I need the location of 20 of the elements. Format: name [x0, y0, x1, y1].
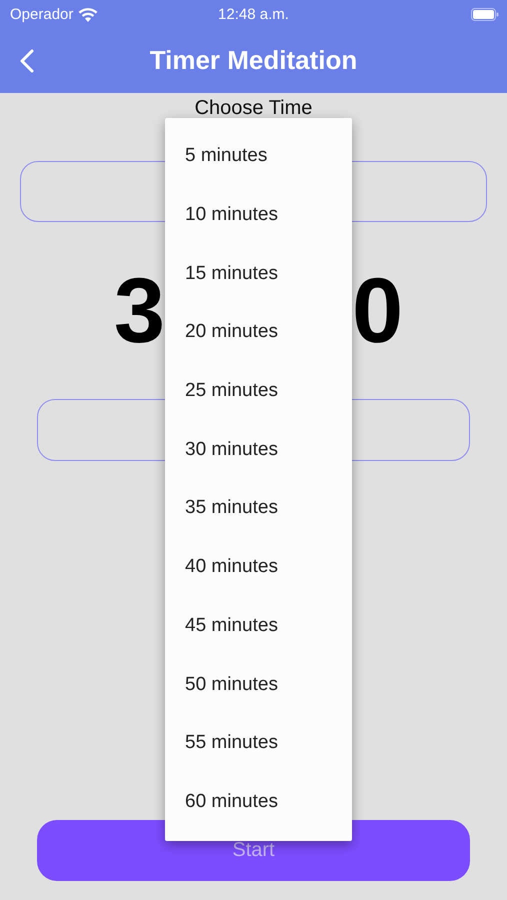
- battery-icon: [471, 8, 499, 20]
- menu-item[interactable]: 25 minutes: [165, 362, 352, 420]
- menu-item[interactable]: 30 minutes: [165, 420, 352, 480]
- menu-item[interactable]: 5 minutes: [165, 127, 352, 186]
- screen-title: Timer Meditation: [150, 45, 358, 76]
- status-time: 12:48 a.m.: [218, 6, 289, 22]
- menu-item[interactable]: 50 minutes: [165, 655, 352, 714]
- menu-item[interactable]: 20 minutes: [165, 303, 352, 362]
- menu-item[interactable]: 45 minutes: [165, 596, 352, 656]
- menu-item[interactable]: 15 minutes: [165, 244, 352, 304]
- section-heading: Choose Time: [194, 97, 312, 119]
- wifi-icon: [78, 6, 98, 22]
- menu-item[interactable]: 10 minutes: [165, 186, 352, 244]
- menu-item[interactable]: 35 minutes: [165, 479, 352, 538]
- menu-item[interactable]: 55 minutes: [165, 714, 352, 773]
- timer-digit: 3: [112, 264, 165, 356]
- timer-digit: 0: [352, 264, 404, 356]
- carrier-name: Operador: [10, 6, 74, 22]
- back-icon[interactable]: [20, 48, 34, 72]
- menu-item[interactable]: 40 minutes: [165, 538, 352, 596]
